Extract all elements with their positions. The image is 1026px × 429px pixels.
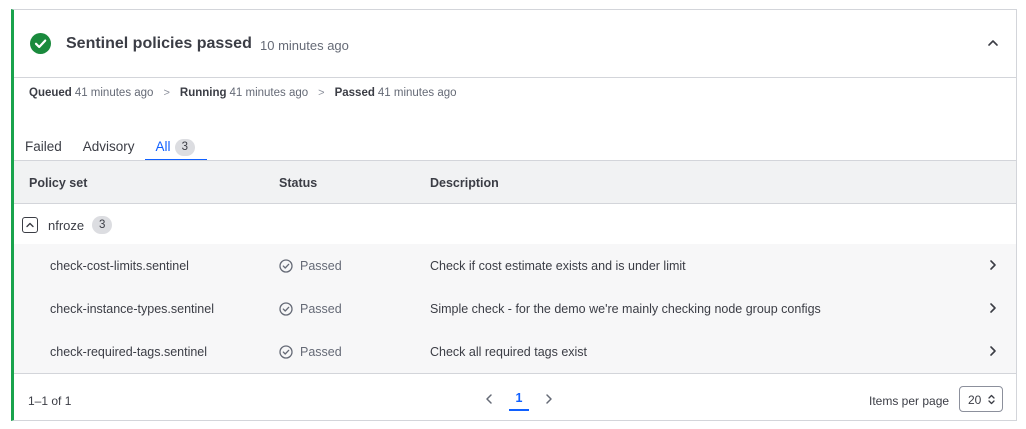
chevron-up-icon: [26, 222, 34, 228]
chevron-left-icon: [486, 394, 492, 404]
timeline-step-passed: Passed 41 minutes ago: [334, 87, 457, 99]
chevron-right-icon[interactable]: [988, 345, 998, 357]
table-row[interactable]: check-instance-types.sentinel Passed Sim…: [14, 287, 1016, 330]
status-text: Passed: [300, 302, 342, 316]
chevron-right-icon: [546, 394, 552, 404]
items-per-page-select[interactable]: 20: [959, 386, 1003, 412]
tab-advisory[interactable]: Advisory: [72, 134, 145, 162]
tab-failed[interactable]: Failed: [14, 134, 72, 162]
policy-check-card: Sentinel policies passed 10 minutes ago …: [11, 9, 1017, 421]
column-header-description: Description: [430, 176, 499, 190]
group-collapse-toggle[interactable]: [22, 217, 38, 233]
timeline-step-queued: Queued 41 minutes ago: [29, 87, 154, 99]
check-circle-outline-icon: [279, 345, 293, 359]
timeline-separator: >: [318, 87, 325, 99]
pagination-nav: 1: [479, 384, 559, 414]
status-text: Passed: [300, 345, 342, 359]
policy-name: check-cost-limits.sentinel: [50, 259, 189, 273]
run-timeline: Queued 41 minutes ago > Running 41 minutes…: [29, 87, 457, 99]
policy-set-name: nfroze: [48, 218, 85, 233]
previous-page-button[interactable]: [479, 389, 499, 409]
items-per-page-value: 20: [968, 393, 982, 407]
policy-description: Simple check - for the demo we're mainly…: [430, 302, 821, 316]
status-cell: Passed: [279, 345, 342, 359]
timeline-separator: >: [163, 87, 170, 99]
policy-name: check-instance-types.sentinel: [50, 302, 214, 316]
next-page-button[interactable]: [539, 389, 559, 409]
table-row[interactable]: check-required-tags.sentinel Passed Chec…: [14, 330, 1016, 373]
tab-all[interactable]: All 3: [144, 134, 207, 162]
policy-description: Check if cost estimate exists and is und…: [430, 259, 686, 273]
policy-description: Check all required tags exist: [430, 345, 588, 359]
items-per-page-label: Items per page: [869, 394, 950, 408]
tab-all-label: All: [155, 139, 171, 154]
card-header[interactable]: Sentinel policies passed 10 minutes ago: [14, 10, 1016, 78]
status-text: Passed: [300, 259, 342, 273]
column-header-policy-set: Policy set: [29, 176, 88, 190]
chevron-up-down-icon: [988, 394, 995, 405]
pagination-range: 1–1 of 1: [28, 394, 72, 408]
policy-rows: check-cost-limits.sentinel Passed Check …: [14, 244, 1016, 374]
policy-name: check-required-tags.sentinel: [50, 345, 208, 359]
card-title: Sentinel policies passed: [66, 35, 252, 52]
check-circle-outline-icon: [279, 302, 293, 316]
card-timestamp: 10 minutes ago: [260, 38, 349, 53]
policy-set-group-row: nfroze 3: [14, 204, 1016, 244]
chevron-right-icon[interactable]: [988, 302, 998, 314]
check-circle-icon: [30, 33, 51, 54]
chevron-right-icon[interactable]: [988, 259, 998, 271]
timeline-step-running: Running 41 minutes ago: [179, 87, 309, 99]
policy-set-count-badge: 3: [92, 216, 113, 234]
table-row[interactable]: check-cost-limits.sentinel Passed Check …: [14, 244, 1016, 287]
filter-tabs: Failed Advisory All 3: [14, 134, 207, 162]
chevron-up-icon[interactable]: [984, 34, 1002, 52]
pagination-footer: 1–1 of 1 1 Items per page 20: [14, 374, 1016, 422]
page-number-button[interactable]: 1: [509, 387, 529, 411]
table-header: Policy set Status Description: [14, 160, 1016, 204]
tab-all-count-badge: 3: [174, 139, 195, 156]
column-header-status: Status: [279, 176, 318, 190]
status-cell: Passed: [279, 302, 342, 316]
check-circle-outline-icon: [279, 259, 293, 273]
status-cell: Passed: [279, 259, 342, 273]
